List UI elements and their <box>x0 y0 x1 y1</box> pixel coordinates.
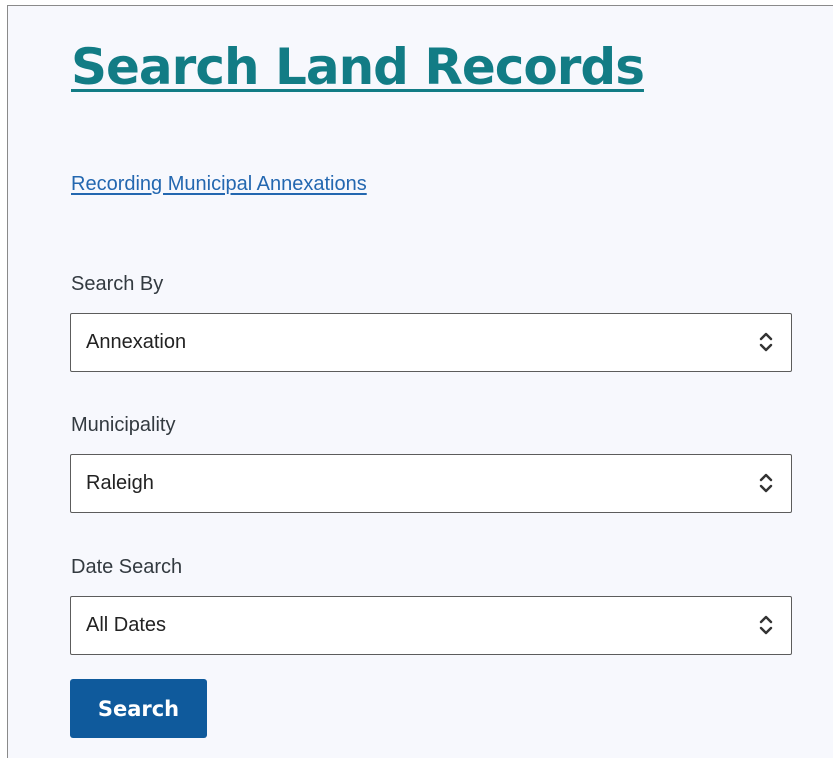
up-down-chevron-icon <box>759 615 773 635</box>
search-button[interactable]: Search <box>70 679 207 738</box>
search-by-select[interactable]: Annexation <box>70 313 792 372</box>
municipality-label: Municipality <box>71 414 176 436</box>
date-search-label: Date Search <box>71 556 183 578</box>
recording-municipal-annexations-link[interactable]: Recording Municipal Annexations <box>71 171 367 197</box>
page-title[interactable]: Search Land Records <box>71 36 645 98</box>
search-panel: Search Land Records Recording Municipal … <box>7 5 833 758</box>
date-search-select[interactable]: All Dates <box>70 596 792 655</box>
date-search-selected-value: All Dates <box>86 614 167 636</box>
up-down-chevron-icon <box>759 473 773 493</box>
search-by-label: Search By <box>71 273 164 295</box>
municipality-select[interactable]: Raleigh <box>70 454 792 513</box>
search-by-selected-value: Annexation <box>86 331 187 353</box>
up-down-chevron-icon <box>759 332 773 352</box>
municipality-selected-value: Raleigh <box>86 472 154 494</box>
